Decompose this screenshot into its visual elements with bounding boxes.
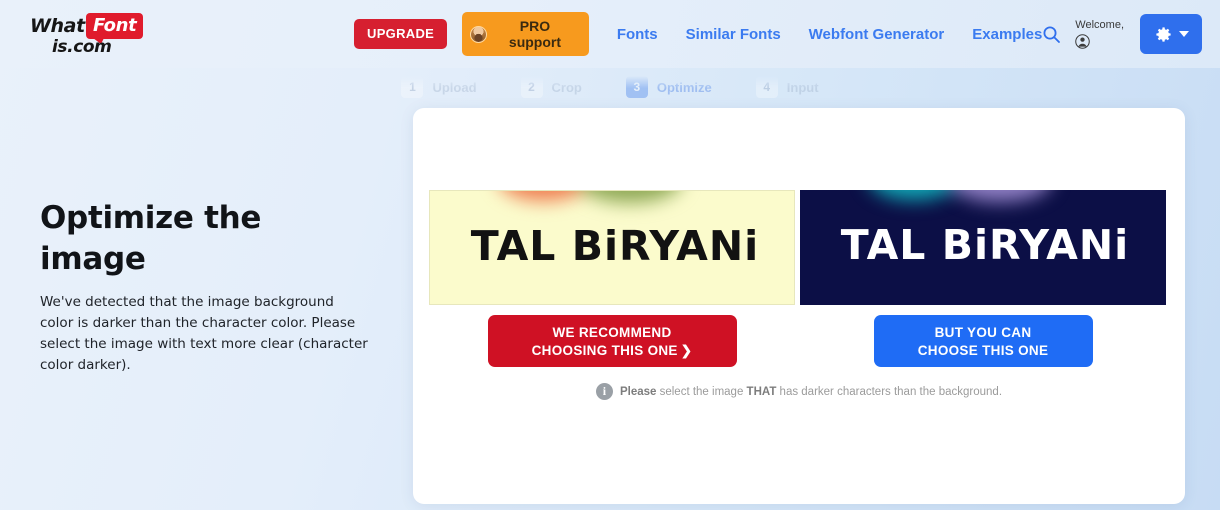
step-number: 1: [401, 76, 424, 98]
step-number: 3: [625, 76, 648, 98]
decorative-blob-teal: [868, 190, 960, 200]
recommend-line-2: CHOOSING THIS ONE: [531, 343, 678, 358]
hint-text: Please select the image THAT has darker …: [620, 386, 1002, 398]
image-preview-row: TAL BiRYANi TAL BiRYANi: [429, 190, 1169, 305]
search-icon[interactable]: [1042, 25, 1061, 44]
hint-mid: select the image: [656, 385, 747, 398]
decorative-blob-orange: [498, 191, 590, 201]
chevron-right-icon: ❯: [680, 343, 693, 358]
stepper-step-upload[interactable]: 1 Upload: [401, 76, 477, 98]
page-title: Optimize the image: [40, 200, 262, 277]
chevron-down-icon: [1178, 31, 1189, 37]
settings-menu-button[interactable]: [1140, 14, 1202, 54]
progress-stepper: 1 Upload 2 Crop 3 Optimize 4 Input: [0, 76, 1220, 98]
recommend-line-1: WE RECOMMEND: [552, 325, 672, 340]
stepper-step-input[interactable]: 4 Input: [755, 76, 819, 98]
upgrade-button[interactable]: UPGRADE: [354, 19, 448, 49]
recommended-choice-button[interactable]: WE RECOMMEND CHOOSING THIS ONE ❯: [487, 315, 737, 367]
header-actions: Welcome,: [1042, 14, 1202, 54]
gear-icon: [1155, 26, 1171, 42]
hint-bold-please: Please: [619, 385, 657, 398]
decorative-blob-green: [578, 191, 682, 203]
user-welcome[interactable]: Welcome,: [1075, 19, 1124, 49]
choice-button-row: WE RECOMMEND CHOOSING THIS ONE ❯ BUT YOU …: [429, 315, 1169, 367]
decorative-blob-purple: [948, 190, 1052, 202]
alternate-line-2: CHOOSE THIS ONE: [917, 343, 1049, 358]
stepper-step-optimize[interactable]: 3 Optimize: [625, 76, 712, 98]
preview-text-light: TAL BiRYANi: [470, 222, 760, 270]
info-icon: i: [595, 383, 613, 400]
alternate-choice-button[interactable]: BUT YOU CAN CHOOSE THIS ONE: [873, 315, 1093, 367]
step-label: Optimize: [656, 79, 712, 95]
logo-badge: Font: [86, 13, 144, 44]
nav-link-examples[interactable]: Examples: [972, 26, 1042, 43]
pro-support-button[interactable]: PRO support: [462, 12, 589, 56]
step-label: Upload: [432, 79, 477, 95]
user-account-icon: [1075, 34, 1091, 49]
hint-row: i Please select the image THAT has darke…: [413, 383, 1185, 400]
welcome-label: Welcome,: [1075, 19, 1124, 31]
instructions-panel: Optimize the image We've detected that t…: [40, 198, 370, 376]
preview-light-version[interactable]: TAL BiRYANi: [429, 190, 795, 305]
main-navigation: UPGRADE PRO support Fonts Similar Fonts …: [354, 12, 1042, 56]
site-header: What Font is.com UPGRADE PRO support Fon…: [0, 0, 1220, 68]
stepper-step-crop[interactable]: 2 Crop: [520, 76, 582, 98]
choice-col-left: WE RECOMMEND CHOOSING THIS ONE ❯: [429, 315, 795, 367]
step-number: 4: [755, 76, 778, 98]
step-label: Input: [786, 79, 819, 95]
logo-text-font: Font: [93, 15, 137, 36]
optimize-card: TAL BiRYANi TAL BiRYANi WE RECOMMEND CHO…: [413, 108, 1185, 504]
choice-col-right: BUT YOU CAN CHOOSE THIS ONE: [800, 315, 1166, 367]
hint-suffix: has darker characters than the backgroun…: [776, 385, 1003, 398]
avatar-icon: [470, 25, 488, 43]
hint-bold-that: THAT: [746, 385, 777, 398]
step-label: Crop: [551, 79, 582, 95]
nav-link-webfont-generator[interactable]: Webfont Generator: [809, 26, 945, 43]
pro-support-label: PRO support: [508, 18, 562, 50]
preview-text-dark: TAL BiRYANi: [840, 221, 1130, 269]
nav-link-fonts[interactable]: Fonts: [617, 26, 658, 43]
step-number: 2: [520, 76, 543, 98]
alternate-line-1: BUT YOU CAN: [934, 325, 1032, 340]
logo-text-domain: is.com: [52, 37, 112, 57]
site-logo[interactable]: What Font is.com: [28, 11, 146, 57]
nav-link-similar-fonts[interactable]: Similar Fonts: [686, 26, 781, 43]
logo-text-what: What: [30, 15, 85, 37]
preview-dark-version[interactable]: TAL BiRYANi: [800, 190, 1166, 305]
page-description: We've detected that the image background…: [40, 294, 368, 373]
